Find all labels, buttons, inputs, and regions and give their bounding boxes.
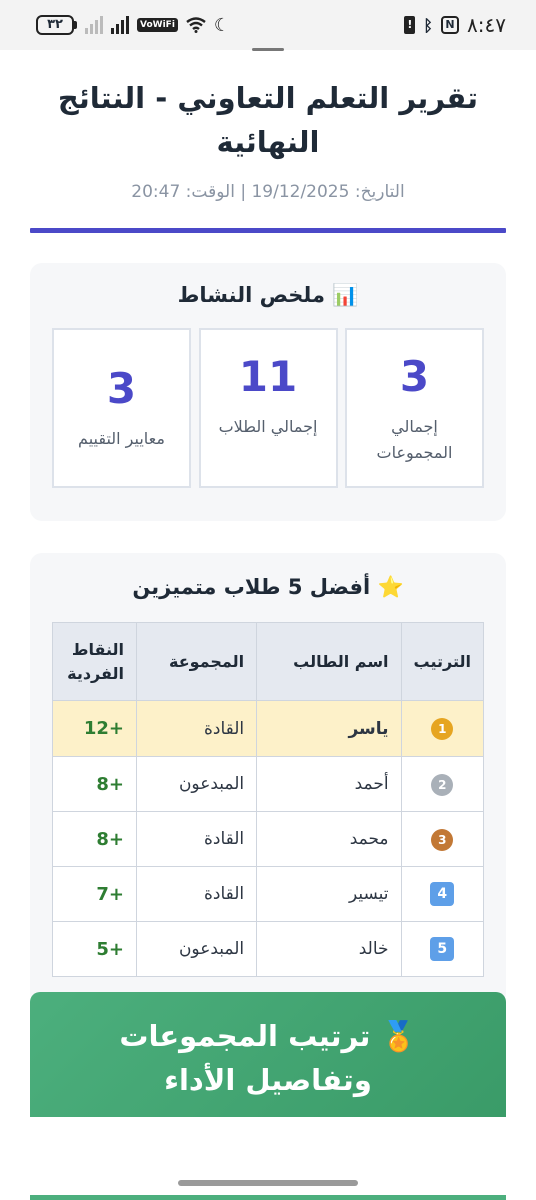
header-rank: الترتيب [400,622,485,701]
gold-medal-icon: 1 [431,718,454,740]
student-points: +7 [52,866,137,922]
student-points: +5 [52,921,137,977]
header-group: المجموعة [135,622,258,701]
student-points: +12 [52,700,137,757]
summary-stats: 3 إجمالي المجموعات 11 إجمالي الطلاب 3 مع… [30,328,506,488]
stat-total-students: 11 إجمالي الطلاب [198,328,338,488]
stat-label: إجمالي المجموعات [376,417,453,462]
battery-level: ٣٢ [36,15,74,35]
table-row: 2 أحمد المبدعون +8 [52,756,485,812]
table-header-row: الترتيب اسم الطالب المجموعة النقاط الفرد… [52,622,485,701]
signal-off-icon [85,16,103,34]
status-right: ! ᛒ N ٨:٤٧ [404,13,506,37]
next-section-edge [30,1195,506,1200]
student-group: المبدعون [135,921,258,977]
stat-value: 3 [399,352,430,401]
silver-medal-icon: 2 [431,773,454,796]
student-group: القادة [135,811,258,867]
student-name: خالد [256,921,402,977]
summary-title: 📊 ملخص النشاط [177,283,359,307]
top-students-table: الترتيب اسم الطالب المجموعة النقاط الفرد… [52,622,485,977]
gesture-nav-handle[interactable] [178,1180,358,1186]
rank-cell: 5 [400,921,485,977]
keycap-4-icon: 4 [430,882,455,906]
student-points: +8 [52,811,137,867]
table-row: 3 محمد القادة +8 [52,811,485,867]
status-left: ٣٢ VoWiFi ☾ [36,15,230,36]
top-students-title: ⭐ أفضل 5 طلاب متميزين [132,575,404,599]
top-students-card: ⭐ أفضل 5 طلاب متميزين الترتيب اسم الطالب… [30,553,506,1005]
bronze-medal-icon: 3 [431,828,454,851]
top-students-table-wrap: الترتيب اسم الطالب المجموعة النقاط الفرد… [52,622,485,977]
battery-alert-icon: ! [404,16,416,34]
student-group: المبدعون [135,756,258,812]
vowifi-icon: VoWiFi [137,18,178,32]
groups-ranking-banner: 🏅 ترتيب المجموعات وتفاصيل الأداء [30,992,506,1117]
bluetooth-icon: ᛒ [423,15,434,35]
student-group: القادة [135,866,258,922]
battery-tip [74,21,77,29]
table-row: 1 ياسر القادة +12 [52,700,485,757]
stat-label: معايير التقييم [78,429,165,448]
stat-total-groups: 3 إجمالي المجموعات [345,328,484,488]
groups-ranking-title: 🏅 ترتيب المجموعات وتفاصيل الأداء [119,1019,417,1097]
status-bar: ٣٢ VoWiFi ☾ ! ᛒ N ٨:٤٧ [0,0,536,50]
keycap-5-icon: 5 [430,937,455,961]
rank-cell: 2 [400,756,485,812]
student-group: القادة [135,700,258,757]
stat-value: 11 [238,352,298,401]
report-page[interactable]: تقرير التعلم التعاوني - النتائج النهائية… [0,50,536,1005]
title-divider [30,228,506,233]
clock: ٨:٤٧ [467,13,506,37]
rank-cell: 3 [400,811,485,867]
header-name: اسم الطالب [256,622,402,701]
student-name: محمد [256,811,402,867]
do-not-disturb-icon: ☾ [213,14,231,36]
table-row: 4 تيسير القادة +7 [52,866,485,922]
student-name: ياسر [256,700,402,757]
rank-cell: 4 [400,866,485,922]
stat-label: إجمالي الطلاب [218,417,318,436]
stat-value: 3 [106,364,137,413]
student-name: أحمد [256,756,402,812]
nfc-icon: N [441,16,460,34]
activity-summary-card: 📊 ملخص النشاط 3 إجمالي المجموعات 11 إجما… [30,263,506,521]
signal-icon [111,16,129,34]
student-points: +8 [52,756,137,812]
wifi-icon [186,17,206,33]
table-row: 5 خالد المبدعون +5 [52,921,485,977]
battery-indicator: ٣٢ [36,15,77,35]
rank-cell: 1 [400,700,485,757]
header-points: النقاط الفردية [52,622,137,701]
report-date: التاريخ: 19/12/2025 | الوقت: 20:47 [131,182,405,202]
stat-criteria: 3 معايير التقييم [52,328,191,488]
student-name: تيسير [256,866,402,922]
page-title: تقرير التعلم التعاوني - النتائج النهائية [57,81,479,159]
